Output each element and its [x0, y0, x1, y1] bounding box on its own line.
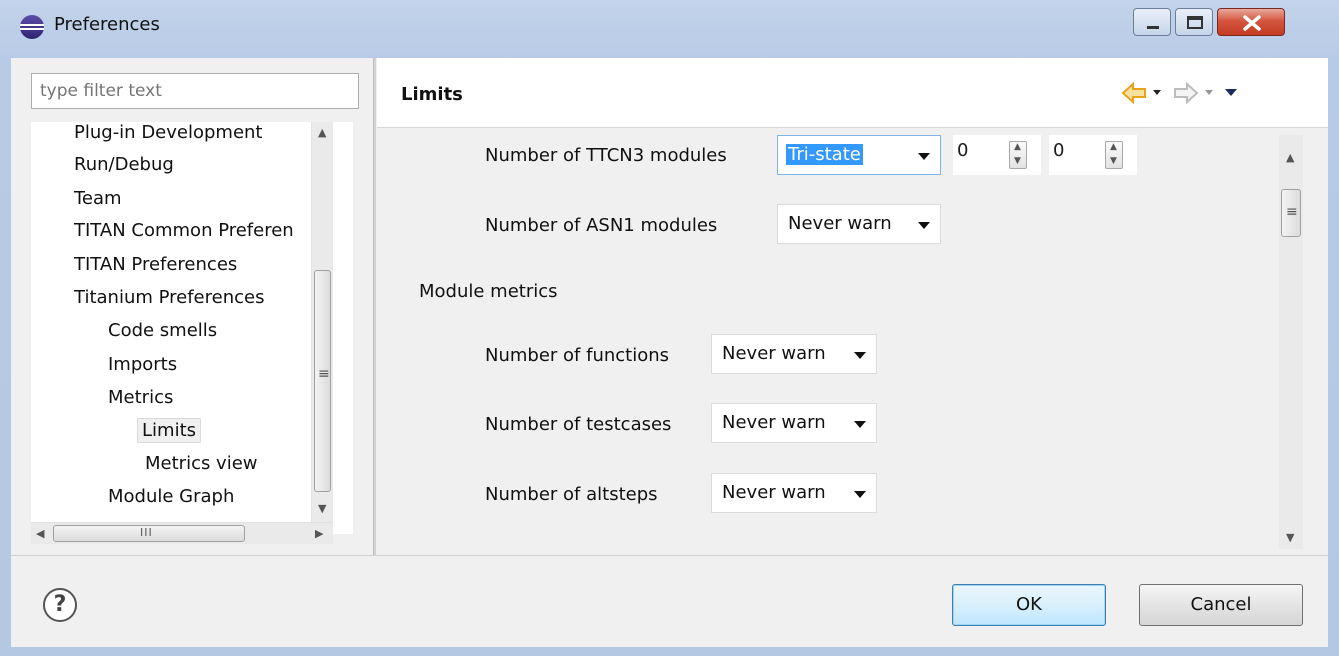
- help-icon[interactable]: ?: [43, 588, 77, 622]
- tree-item-team[interactable]: Team: [74, 188, 122, 209]
- tree-horizontal-scrollbar[interactable]: ◀ III ▶: [31, 522, 333, 544]
- tree-item-limits[interactable]: Limits: [137, 418, 201, 443]
- scroll-right-icon[interactable]: ▶: [315, 527, 323, 540]
- forward-dropdown-icon[interactable]: [1205, 90, 1213, 95]
- altsteps-combo[interactable]: Never warn: [711, 473, 877, 513]
- title-bar[interactable]: Preferences: [0, 0, 1339, 58]
- altsteps-value: Never warn: [722, 482, 826, 503]
- tree-vertical-scrollbar[interactable]: ▲ ≡ ▼: [311, 122, 333, 534]
- altsteps-label: Number of altsteps: [485, 484, 658, 505]
- tree-item-plugin-development[interactable]: Plug-in Development: [74, 122, 263, 143]
- eclipse-icon: [20, 15, 44, 39]
- ttcn3-error-spinner[interactable]: 0 ▲ ▼: [1049, 135, 1137, 175]
- chevron-down-icon: [854, 421, 866, 428]
- asn1-modules-combo[interactable]: Never warn: [777, 204, 941, 244]
- page-title: Limits: [401, 84, 463, 105]
- view-menu-icon[interactable]: [1225, 89, 1237, 96]
- scroll-up-icon[interactable]: ▲: [318, 126, 326, 139]
- grip-icon: ≡: [318, 366, 330, 382]
- preferences-window: Preferences Plug-in Development Run/Debu…: [0, 0, 1339, 656]
- tree-item-metrics[interactable]: Metrics: [108, 387, 173, 408]
- testcases-label: Number of testcases: [485, 414, 672, 435]
- maximize-icon: [1187, 16, 1203, 29]
- scroll-up-icon[interactable]: ▲: [1286, 151, 1294, 164]
- tree-item-code-smells[interactable]: Code smells: [108, 320, 217, 341]
- ttcn3-error-value: 0: [1053, 140, 1065, 161]
- chevron-down-icon: [854, 491, 866, 498]
- preference-tree: Plug-in Development Run/Debug Team TITAN…: [31, 122, 353, 534]
- asn1-modules-value: Never warn: [788, 213, 892, 234]
- tree-item-titan-preferences[interactable]: TITAN Preferences: [74, 254, 237, 275]
- scroll-down-icon[interactable]: ▼: [318, 502, 326, 515]
- tree-item-module-graph[interactable]: Module Graph: [108, 486, 234, 507]
- chevron-down-icon: [854, 352, 866, 359]
- functions-value: Never warn: [722, 343, 826, 364]
- tree-item-titanium-preferences[interactable]: Titanium Preferences: [74, 287, 264, 308]
- asn1-modules-label: Number of ASN1 modules: [485, 215, 718, 236]
- tree-item-metrics-view[interactable]: Metrics view: [145, 453, 258, 474]
- testcases-value: Never warn: [722, 412, 826, 433]
- spinner-arrows-icon[interactable]: ▲ ▼: [1105, 141, 1123, 169]
- ttcn3-modules-combo[interactable]: Tri-state: [777, 135, 941, 175]
- tree-scroll-thumb[interactable]: ≡: [314, 270, 331, 492]
- ttcn3-warning-spinner[interactable]: 0 ▲ ▼: [953, 135, 1041, 175]
- window-title: Preferences: [54, 14, 160, 35]
- tree-item-titan-common[interactable]: TITAN Common Preferen: [74, 220, 294, 241]
- grip-icon: III: [140, 526, 153, 539]
- grip-icon: ≡: [1286, 204, 1298, 220]
- ttcn3-warning-value: 0: [957, 140, 969, 161]
- tree-item-run-debug[interactable]: Run/Debug: [74, 154, 174, 175]
- maximize-button[interactable]: [1175, 8, 1213, 36]
- tree-hscroll-thumb[interactable]: III: [53, 525, 245, 542]
- ok-button[interactable]: OK: [952, 584, 1106, 626]
- page-vertical-scrollbar[interactable]: ▲ ≡ ▼: [1279, 135, 1303, 549]
- limits-page: Number of TTCN3 modules Tri-state 0 ▲ ▼ …: [377, 129, 1328, 555]
- button-bar-separator: [11, 555, 1328, 556]
- chevron-down-icon: [918, 222, 930, 229]
- minimize-icon: [1147, 26, 1159, 29]
- page-scroll-thumb[interactable]: ≡: [1281, 189, 1301, 237]
- functions-combo[interactable]: Never warn: [711, 334, 877, 374]
- minimize-button[interactable]: [1133, 8, 1171, 36]
- module-metrics-heading: Module metrics: [419, 281, 558, 302]
- ttcn3-modules-value: Tri-state: [786, 144, 863, 165]
- functions-label: Number of functions: [485, 345, 670, 366]
- back-arrow-icon[interactable]: [1121, 81, 1146, 105]
- close-button[interactable]: [1217, 8, 1285, 36]
- cancel-button[interactable]: Cancel: [1139, 584, 1303, 626]
- tree-item-imports[interactable]: Imports: [108, 354, 177, 375]
- page-header: Limits: [377, 58, 1328, 128]
- dialog-client: Plug-in Development Run/Debug Team TITAN…: [11, 58, 1328, 647]
- forward-arrow-icon[interactable]: [1174, 81, 1199, 105]
- scroll-left-icon[interactable]: ◀: [36, 527, 44, 540]
- navigation-toolbar: [1121, 81, 1237, 105]
- testcases-combo[interactable]: Never warn: [711, 403, 877, 443]
- back-dropdown-icon[interactable]: [1153, 90, 1161, 95]
- spinner-arrows-icon[interactable]: ▲ ▼: [1009, 141, 1027, 169]
- left-pane: Plug-in Development Run/Debug Team TITAN…: [11, 58, 373, 555]
- filter-input[interactable]: [31, 73, 359, 109]
- chevron-down-icon: [918, 153, 930, 160]
- scroll-down-icon[interactable]: ▼: [1286, 531, 1294, 544]
- ttcn3-modules-label: Number of TTCN3 modules: [485, 145, 727, 166]
- pane-splitter[interactable]: [373, 58, 376, 555]
- close-icon: [1243, 15, 1261, 31]
